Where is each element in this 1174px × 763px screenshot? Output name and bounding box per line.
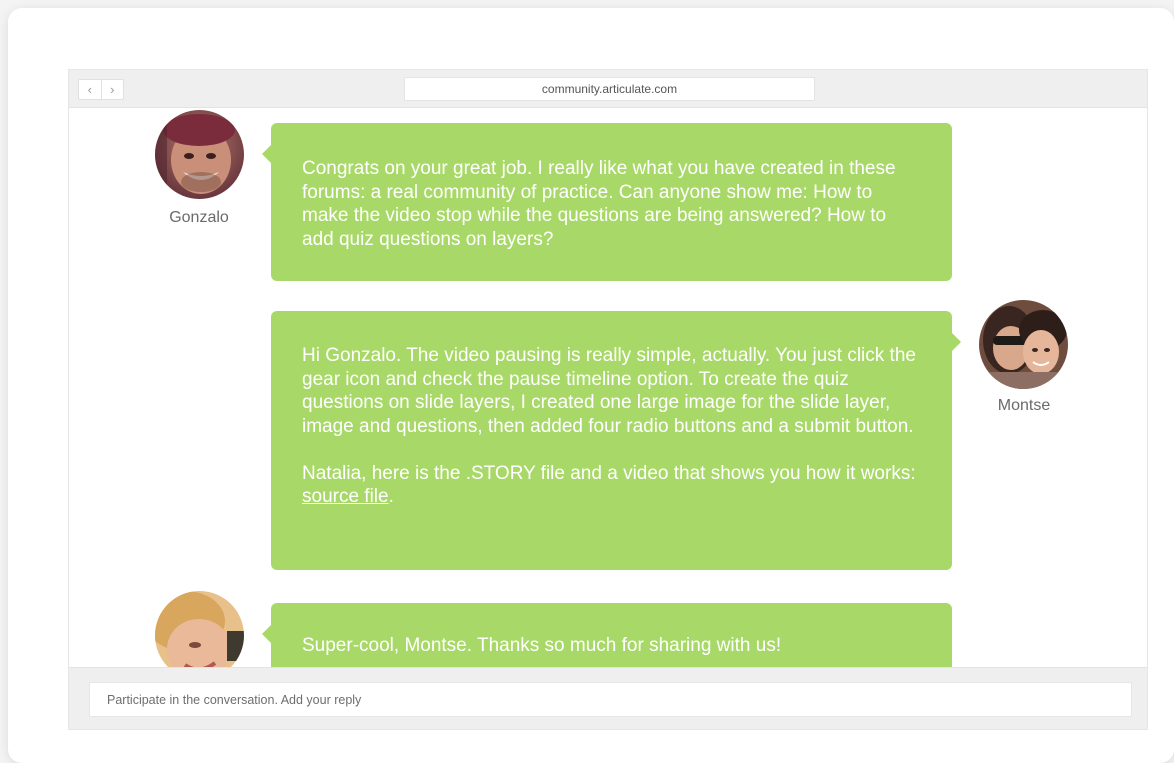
forward-button[interactable]: ›: [100, 80, 124, 99]
message-text: Natalia, here is the .STORY file and a v…: [302, 462, 922, 509]
avatar-montse[interactable]: [979, 300, 1068, 389]
source-file-link[interactable]: source file: [302, 486, 389, 507]
nav-buttons: ‹ ›: [78, 79, 124, 100]
url-text: community.articulate.com: [541, 82, 678, 96]
author-name: Gonzalo: [169, 209, 229, 226]
message-bubble: Super-cool, Montse. Thanks so much for s…: [262, 603, 952, 667]
avatar-gonzalo[interactable]: [155, 110, 244, 199]
browser-toolbar: ‹ › community.articulate.com: [69, 70, 1147, 108]
conversation-thread[interactable]: Gonzalo Congrats on your great job. I re…: [69, 108, 1147, 667]
reply-input[interactable]: [89, 682, 1132, 717]
avatar-participant-photo: [155, 591, 244, 667]
message-bubble: Hi Gonzalo. The video pausing is really …: [271, 311, 961, 570]
screenshot-card: ‹ › community.articulate.com Gonzalo Con…: [8, 8, 1174, 763]
avatar-montse-photo: [979, 300, 1068, 389]
message-text: Super-cool, Montse. Thanks so much for s…: [302, 635, 782, 656]
avatar-participant[interactable]: [155, 591, 244, 667]
message-text: Congrats on your great job. I really lik…: [302, 158, 896, 250]
message-text-suffix: .: [388, 486, 394, 507]
avatar-gonzalo-photo: [155, 110, 244, 199]
message-text: Hi Gonzalo. The video pausing is really …: [302, 345, 916, 437]
address-bar[interactable]: community.articulate.com: [404, 77, 815, 101]
back-button[interactable]: ‹: [79, 80, 101, 99]
message-text-prefix: Natalia, here is the .STORY file and a v…: [302, 462, 916, 484]
author-name: Montse: [997, 397, 1051, 414]
browser-window: ‹ › community.articulate.com Gonzalo Con…: [68, 69, 1148, 730]
reply-bar: [69, 667, 1147, 729]
message-bubble: Congrats on your great job. I really lik…: [262, 123, 952, 281]
